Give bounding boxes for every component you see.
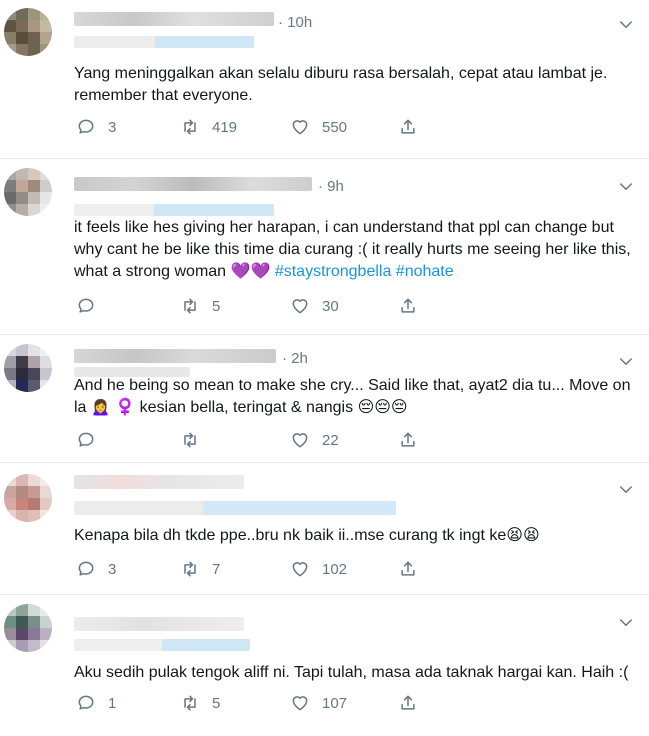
retweet-button[interactable]: 5 (180, 295, 222, 317)
reply-button[interactable]: 3 (76, 558, 118, 580)
reply-button[interactable] (76, 295, 118, 317)
pensive-emoji: 😔😔😔 (357, 399, 408, 416)
retweet-count: 419 (212, 118, 238, 136)
tweet-text: Aku sedih pulak tengok aliff ni. Tapi tu… (74, 664, 629, 681)
blurred-display-name[interactable] (74, 349, 276, 363)
like-count: 550 (322, 118, 348, 136)
tweet[interactable]: Aku sedih pulak tengok aliff ni. Tapi tu… (0, 595, 649, 736)
tweet[interactable]: · 2h And he being so mean to make she cr… (0, 335, 649, 461)
like-button[interactable]: 30 (290, 295, 339, 317)
like-count: 107 (322, 694, 348, 712)
like-button[interactable]: 107 (290, 692, 347, 714)
avatar[interactable] (4, 474, 52, 522)
tweet-timestamp[interactable]: · 9h (318, 178, 344, 195)
share-icon (401, 298, 415, 313)
like-icon (292, 120, 308, 135)
avatar[interactable] (4, 168, 52, 216)
tweet-timestamp[interactable]: · 10h (278, 14, 312, 31)
tweet-text: And he being so mean to make she cry... … (74, 375, 639, 419)
like-count: 30 (322, 297, 339, 315)
like-button[interactable]: 22 (290, 429, 339, 451)
share-button[interactable] (398, 429, 430, 451)
share-button[interactable] (398, 692, 430, 714)
hashtag-link[interactable]: #staystrongbella (275, 263, 392, 280)
tweet[interactable]: Kenapa bila dh tkde ppe..bru nk baik ii.… (0, 463, 649, 591)
like-icon (292, 696, 308, 711)
blurred-handle[interactable] (74, 501, 396, 515)
tweet-timestamp[interactable]: · 2h (282, 350, 308, 367)
reply-icon (78, 561, 94, 576)
share-button[interactable] (398, 116, 430, 138)
share-icon (401, 432, 415, 447)
chevron-down-icon[interactable] (617, 353, 635, 371)
reply-button[interactable]: 1 (76, 692, 118, 714)
chevron-down-icon[interactable] (617, 614, 635, 632)
blurred-display-name[interactable] (74, 177, 312, 191)
tweet-body: Kenapa bila dh tkde ppe..bru nk baik ii.… (74, 527, 507, 544)
avatar[interactable] (4, 344, 52, 392)
reply-count: 1 (108, 694, 117, 712)
retweet-button[interactable] (180, 429, 222, 451)
reply-count: 3 (108, 118, 117, 136)
share-button[interactable] (398, 295, 430, 317)
tweet[interactable]: · 9h it feels like hes giving her harapa… (0, 159, 649, 331)
tweet-body: And he being so mean to make she cry... … (74, 377, 635, 416)
reply-icon (78, 119, 94, 134)
share-icon (401, 119, 415, 134)
chevron-down-icon[interactable] (617, 178, 635, 196)
avatar[interactable] (4, 604, 52, 652)
like-count: 102 (322, 560, 348, 578)
share-button[interactable] (398, 558, 430, 580)
retweet-button[interactable]: 7 (180, 558, 222, 580)
share-icon (401, 695, 415, 710)
blurred-display-name[interactable] (74, 617, 244, 631)
retweet-icon (184, 432, 196, 448)
share-icon (401, 561, 415, 576)
retweet-count: 7 (212, 560, 221, 578)
retweet-count: 5 (212, 297, 221, 315)
blurred-handle[interactable] (74, 36, 254, 48)
like-icon (292, 562, 308, 577)
tweet-text: Kenapa bila dh tkde ppe..bru nk baik ii.… (74, 525, 639, 547)
blurred-display-name[interactable] (74, 475, 244, 489)
blurred-handle[interactable] (74, 639, 250, 651)
tweet[interactable]: · 10h Yang meninggalkan akan selalu dibu… (0, 0, 649, 152)
retweet-button[interactable]: 419 (180, 116, 237, 138)
hashtag-link[interactable]: #nohate (396, 263, 454, 280)
retweet-icon (184, 695, 196, 711)
like-icon (292, 299, 308, 314)
reply-icon (78, 695, 94, 710)
tired-face-emoji: 😫😫 (506, 527, 540, 544)
retweet-count: 5 (212, 694, 221, 712)
blurred-handle[interactable] (74, 204, 274, 216)
like-icon (292, 433, 308, 448)
purple-hearts-emoji: 💜💜 (230, 263, 271, 280)
reply-count: 3 (108, 560, 117, 578)
retweet-icon (184, 298, 196, 314)
reply-button[interactable]: 3 (76, 116, 118, 138)
retweet-button[interactable]: 5 (180, 692, 222, 714)
chevron-down-icon[interactable] (617, 481, 635, 499)
blurred-display-name[interactable] (74, 12, 274, 26)
tweet-text: Yang meninggalkan akan selalu diburu ras… (74, 65, 612, 104)
chevron-down-icon[interactable] (617, 16, 635, 34)
tweet-text: it feels like hes giving her harapan, i … (74, 217, 639, 283)
retweet-icon (184, 119, 196, 135)
reply-icon (78, 298, 94, 313)
avatar[interactable] (4, 8, 52, 56)
reply-icon (78, 432, 94, 447)
reply-button[interactable] (76, 429, 118, 451)
like-button[interactable]: 550 (290, 116, 347, 138)
like-button[interactable]: 102 (290, 558, 347, 580)
like-count: 22 (322, 431, 339, 449)
retweet-icon (184, 561, 196, 577)
